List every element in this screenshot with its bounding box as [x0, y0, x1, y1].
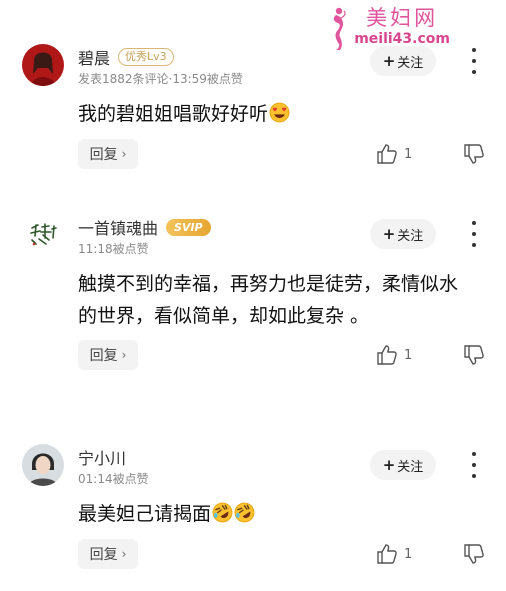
- chevron-right-icon: ›: [121, 547, 127, 561]
- reply-label: 回复: [89, 147, 118, 163]
- thumbs-up-icon: [377, 544, 397, 564]
- reply-button[interactable]: 回复 ›: [78, 340, 138, 370]
- svip-badge: SVIP: [166, 218, 211, 236]
- comment-text-line: 的世界，看似简单，却如此复杂 。: [78, 305, 370, 327]
- username[interactable]: 一首镇魂曲: [78, 215, 158, 239]
- avatar[interactable]: [22, 444, 64, 486]
- chevron-right-icon: ›: [121, 348, 127, 362]
- follow-button[interactable]: + 关注: [370, 219, 436, 249]
- thumbs-up-icon: [377, 144, 397, 164]
- comment-text: 触摸不到的幸福，再努力也是徒劳，柔情似水 的世界，看似简单，却如此复杂 。: [78, 268, 488, 332]
- dislike-button[interactable]: [463, 539, 485, 569]
- follow-label: 关注: [397, 459, 424, 475]
- thumbs-down-icon: [464, 544, 484, 564]
- comment-list-page: 美妇网 meili43.com 碧晨 优秀Lv3 发表1882条评论·13:59…: [0, 0, 506, 591]
- plus-icon: +: [382, 52, 396, 70]
- dislike-button[interactable]: [463, 340, 485, 370]
- username[interactable]: 宁小川: [78, 445, 126, 469]
- comment-text-line: 触摸不到的幸福，再努力也是徒劳，柔情似水: [78, 273, 459, 295]
- like-count: 1: [404, 347, 413, 363]
- more-options-icon[interactable]: [466, 48, 482, 74]
- thumbs-down-icon: [464, 144, 484, 164]
- follow-button[interactable]: + 关注: [370, 450, 436, 480]
- avatar[interactable]: [22, 214, 64, 256]
- comment-text: 我的碧姐姐唱歌好好听: [78, 98, 488, 130]
- more-options-icon[interactable]: [466, 452, 482, 478]
- comment-text: 最美妲己请揭面: [78, 498, 488, 530]
- username[interactable]: 碧晨: [78, 45, 110, 69]
- comment-meta: 11:18被点赞: [78, 242, 149, 256]
- reply-label: 回复: [89, 348, 118, 364]
- plus-icon: +: [382, 456, 396, 474]
- follow-label: 关注: [397, 55, 424, 71]
- comment-header: 碧晨 优秀Lv3: [78, 46, 174, 68]
- like-count: 1: [404, 146, 413, 162]
- heart-eyes-emoji-icon: [269, 102, 290, 123]
- chevron-right-icon: ›: [121, 147, 127, 161]
- comment-header: 宁小川: [78, 446, 126, 468]
- rolling-laughing-emoji-icon: [212, 502, 233, 523]
- like-count: 1: [404, 546, 413, 562]
- thumbs-up-icon: [377, 345, 397, 365]
- comment-header: 一首镇魂曲 SVIP: [78, 216, 211, 238]
- follow-label: 关注: [397, 228, 424, 244]
- comment-text-content: 我的碧姐姐唱歌好好听: [78, 103, 269, 125]
- rolling-laughing-emoji-icon: [234, 502, 255, 523]
- comment-meta: 发表1882条评论·13:59被点赞: [78, 72, 243, 86]
- like-button[interactable]: 1: [376, 340, 412, 370]
- avatar[interactable]: [22, 44, 64, 86]
- comment-text-content: 最美妲己请揭面: [78, 503, 212, 525]
- follow-button[interactable]: + 关注: [370, 46, 436, 76]
- like-button[interactable]: 1: [376, 139, 412, 169]
- site-watermark: 美妇网 meili43.com: [328, 6, 450, 50]
- thumbs-down-icon: [464, 345, 484, 365]
- watermark-title: 美妇网: [366, 6, 439, 30]
- dislike-button[interactable]: [463, 139, 485, 169]
- reply-button[interactable]: 回复 ›: [78, 139, 138, 169]
- reply-label: 回复: [89, 547, 118, 563]
- like-button[interactable]: 1: [376, 539, 412, 569]
- more-options-icon[interactable]: [466, 221, 482, 247]
- comment-meta: 01:14被点赞: [78, 472, 149, 486]
- plus-icon: +: [382, 225, 396, 243]
- level-badge: 优秀Lv3: [118, 48, 174, 66]
- reply-button[interactable]: 回复 ›: [78, 539, 138, 569]
- woman-silhouette-icon: [334, 7, 346, 50]
